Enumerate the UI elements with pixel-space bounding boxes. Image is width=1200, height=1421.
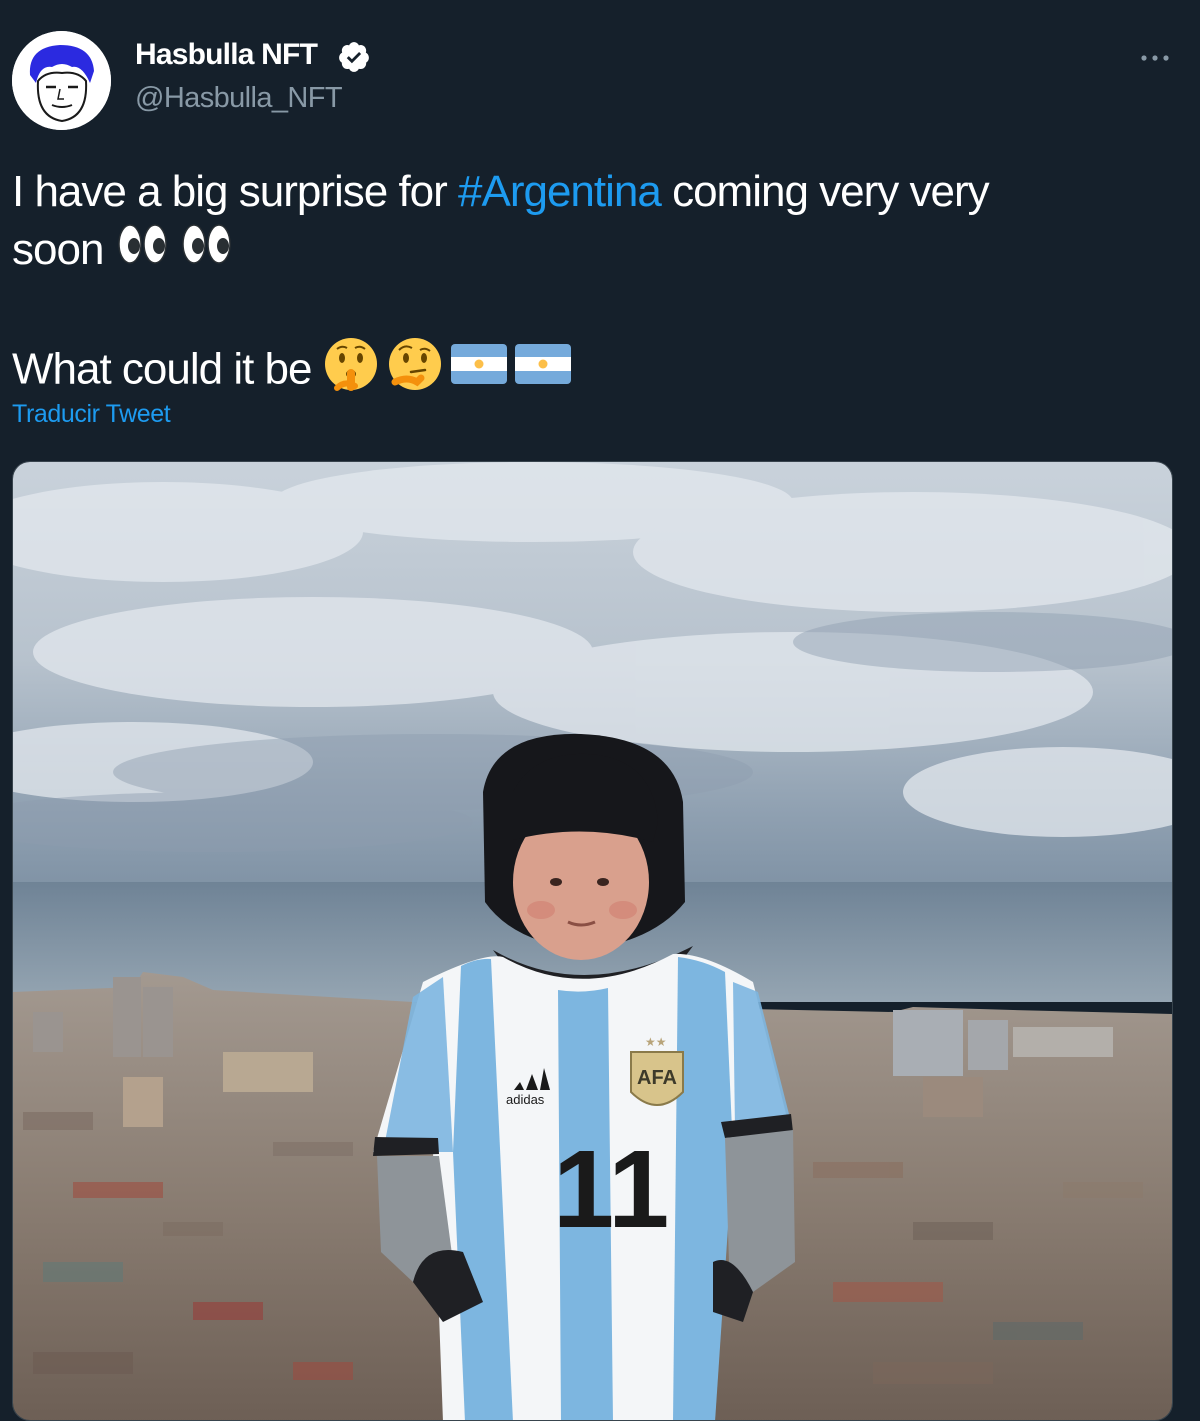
emoji-group	[323, 336, 573, 408]
avatar[interactable]	[12, 31, 111, 130]
tweet-text-segment: What could it be	[12, 344, 312, 394]
more-horizontal-icon[interactable]	[1138, 44, 1172, 72]
tweet-text-line-2: soon	[12, 220, 235, 283]
author-handle[interactable]: @Hasbulla_NFT	[135, 82, 343, 115]
photo-illustration: 11 adidas AFA ★★	[13, 462, 1172, 1420]
badge-text: AFA	[637, 1067, 677, 1089]
tweet-text-segment: soon	[12, 225, 104, 274]
svg-text:★★: ★★	[645, 1035, 667, 1049]
cartoon-face-avatar-icon	[12, 31, 111, 130]
verified-badge-icon	[337, 40, 371, 74]
translate-tweet-link[interactable]: Traducir Tweet	[12, 400, 171, 429]
tweet-text-segment: coming very very	[660, 167, 990, 216]
jersey-number: 11	[553, 1128, 669, 1251]
tweet-text-line-1: I have a big surprise for #Argentina com…	[12, 162, 990, 222]
author-display-name[interactable]: Hasbulla NFT	[135, 38, 318, 72]
hashtag-link[interactable]: #Argentina	[458, 167, 662, 216]
tweet-text-segment: I have a big surprise for	[12, 167, 459, 216]
brand-text: adidas	[506, 1092, 545, 1107]
shushing-thinking-flags-emoji-icon	[324, 338, 571, 391]
eyes-emoji-icon	[117, 224, 231, 265]
tweet-text-line-3: What could it be	[12, 336, 573, 408]
tweet-photo[interactable]: 11 adidas AFA ★★	[12, 461, 1173, 1421]
emoji-group	[117, 221, 235, 283]
